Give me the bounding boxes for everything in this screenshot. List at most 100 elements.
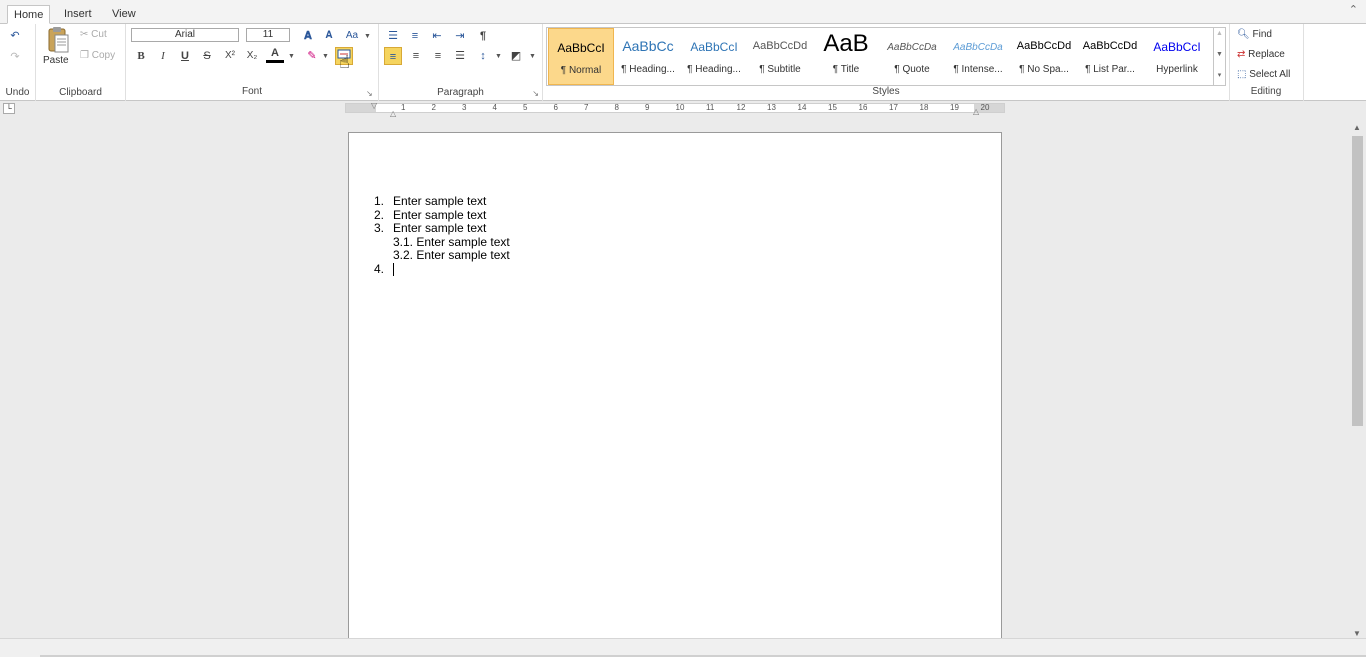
clipboard-group-label: Clipboard: [59, 87, 102, 98]
highlight-color-icon[interactable]: ✎: [303, 47, 321, 65]
select-all-button[interactable]: ⬚ Select All: [1237, 69, 1290, 80]
undo-group: ↶ ↷ Undo: [0, 24, 36, 101]
list-item-text[interactable]: Enter sample text: [393, 221, 486, 235]
ribbon-tab-strip: Home Insert View ⌃: [0, 0, 1366, 24]
collapse-ribbon-icon[interactable]: ⌃: [1349, 3, 1358, 16]
shrink-font-icon[interactable]: 𝐀: [320, 27, 338, 45]
numbering-icon[interactable]: ≡: [406, 27, 424, 45]
ruler-number: 1: [401, 103, 406, 112]
style-intense-quote[interactable]: AaBbCcDa ¶ Intense...: [945, 28, 1011, 85]
style-no-spacing[interactable]: AaBbCcDd ¶ No Spa...: [1011, 28, 1077, 85]
line-spacing-dropdown-icon[interactable]: ▼: [495, 53, 502, 60]
style-heading-2[interactable]: AaBbCcI ¶ Heading...: [681, 28, 747, 85]
italic-button[interactable]: I: [154, 47, 172, 65]
style-hyperlink[interactable]: AaBbCcI Hyperlink: [1144, 28, 1210, 85]
replace-button[interactable]: ⇄ Replace: [1237, 49, 1285, 60]
style-normal[interactable]: AaBbCcI ¶ Normal: [548, 28, 614, 85]
cut-button[interactable]: ✂ Cut: [80, 29, 107, 40]
copy-button[interactable]: ❐ Copy: [80, 50, 115, 61]
bold-button[interactable]: B: [132, 47, 150, 65]
paste-icon[interactable]: [46, 26, 70, 56]
ruler-number: 12: [736, 103, 746, 112]
scrollbar-thumb[interactable]: [1352, 136, 1363, 426]
ruler-number: 5: [523, 103, 528, 112]
align-center-icon[interactable]: ≡: [407, 47, 425, 65]
ruler-number: 2: [431, 103, 436, 112]
scroll-down-icon[interactable]: ▼: [1353, 629, 1361, 638]
font-color-dropdown-icon[interactable]: ▼: [288, 53, 295, 60]
ruler-number: 18: [919, 103, 929, 112]
bullets-icon[interactable]: ☰: [384, 27, 402, 45]
hanging-indent-marker-icon[interactable]: △: [390, 109, 396, 118]
show-formatting-marks-icon[interactable]: ¶: [474, 27, 492, 45]
shading-dropdown-icon[interactable]: ▼: [529, 53, 536, 60]
font-size-combo[interactable]: 11: [246, 28, 290, 42]
first-line-indent-marker-icon[interactable]: ▽: [371, 101, 377, 110]
list-item-text[interactable]: Enter sample text: [393, 194, 486, 208]
font-group-label: Font: [241, 86, 262, 97]
redo-icon[interactable]: ↷: [6, 48, 24, 66]
paragraph-dialog-launcher-icon[interactable]: ↘: [532, 89, 539, 98]
subscript-button[interactable]: X₂: [243, 47, 261, 65]
ruler-number: 20: [980, 103, 990, 112]
justify-icon[interactable]: ☰: [451, 47, 469, 65]
paste-button[interactable]: Paste: [43, 55, 69, 66]
ruler-number: 7: [584, 103, 589, 112]
list-number: 1.: [374, 194, 385, 208]
right-indent-marker-icon[interactable]: △: [973, 107, 979, 116]
list-number: 4.: [374, 262, 385, 276]
find-button[interactable]: 🔍︎ Find: [1237, 29, 1272, 40]
change-case-dropdown-icon[interactable]: ▼: [364, 33, 371, 40]
align-left-icon[interactable]: ≡: [384, 47, 402, 65]
ruler-number: 19: [950, 103, 959, 112]
list-number: 3.: [374, 221, 385, 235]
style-list-paragraph[interactable]: AaBbCcDd ¶ List Par...: [1077, 28, 1143, 85]
shading-icon[interactable]: ◩: [507, 47, 525, 65]
ruler-number: 17: [889, 103, 898, 112]
decrease-indent-icon[interactable]: ⇤: [428, 27, 446, 45]
style-title[interactable]: AaB ¶ Title: [813, 28, 879, 85]
style-quote[interactable]: AaBbCcDa ¶ Quote: [879, 28, 945, 85]
sublist-item-text[interactable]: 3.2. Enter sample text: [393, 248, 510, 262]
style-subtitle[interactable]: AaBbCcDd ¶ Subtitle: [747, 28, 813, 85]
tab-view[interactable]: View: [106, 5, 142, 24]
strikethrough-button[interactable]: S: [198, 47, 216, 65]
superscript-button[interactable]: X²: [221, 47, 239, 65]
sublist-item-text[interactable]: 3.1. Enter sample text: [393, 235, 510, 249]
styles-scroll-up-icon[interactable]: ▲: [1214, 30, 1225, 37]
underline-button[interactable]: U: [176, 47, 194, 65]
undo-icon[interactable]: ↶: [6, 27, 24, 45]
copy-icon: ❐: [80, 50, 89, 61]
ruler-number: 11: [706, 103, 715, 112]
line-spacing-icon[interactable]: ↕: [474, 47, 492, 65]
select-all-icon: ⬚: [1237, 69, 1247, 80]
binoculars-icon: 🔍︎: [1237, 29, 1250, 40]
horizontal-ruler[interactable]: 1 2 3 4 5 6 7 8 9 10 11 12 13 14 15 16 17 18 19 20 ▽ △ △: [345, 101, 1005, 118]
styles-scroll-down-icon[interactable]: ▼: [1214, 51, 1225, 58]
increase-indent-icon[interactable]: ⇥: [451, 27, 469, 45]
list-item-text[interactable]: Enter sample text: [393, 208, 486, 222]
align-right-icon[interactable]: ≡: [429, 47, 447, 65]
scissors-icon: ✂: [80, 29, 89, 40]
change-case-icon[interactable]: Aa: [343, 27, 361, 45]
document-page[interactable]: 1. Enter sample text 2. Enter sample tex…: [348, 132, 1002, 652]
font-color-button[interactable]: A: [266, 46, 284, 63]
ruler-number: 10: [675, 103, 685, 112]
undo-group-label: Undo: [5, 87, 30, 98]
style-heading-1[interactable]: AaBbCc ¶ Heading...: [615, 28, 681, 85]
tab-stop-selector[interactable]: └: [3, 103, 15, 114]
ruler-number: 9: [645, 103, 650, 112]
font-name-combo[interactable]: Arial: [131, 28, 239, 42]
vertical-scrollbar[interactable]: ▲ ▼: [1350, 122, 1366, 638]
paragraph-group: ☰ ≡ ⇤ ⇥ ¶ ≡ ≡ ≡ ☰ ↕ ▼ ◩ ▼ Paragraph ↘: [378, 24, 543, 101]
scroll-up-icon[interactable]: ▲: [1353, 123, 1361, 132]
grow-font-icon[interactable]: 𝐀: [299, 27, 317, 45]
styles-expand-icon[interactable]: ▾: [1214, 71, 1225, 79]
ruler-number: 13: [767, 103, 776, 112]
tab-home[interactable]: Home: [7, 5, 51, 24]
paragraph-group-label: Paragraph: [437, 87, 484, 98]
editing-group-label: Editing: [1250, 86, 1282, 97]
highlight-dropdown-icon[interactable]: ▼: [322, 53, 329, 60]
tab-insert[interactable]: Insert: [58, 5, 98, 24]
ruler-number: 14: [797, 103, 807, 112]
